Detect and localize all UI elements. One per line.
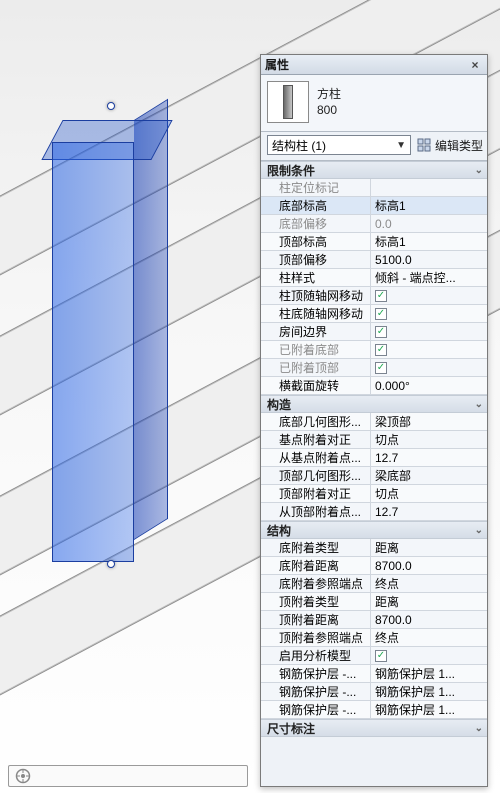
instance-filter-dropdown[interactable]: 结构柱 (1) ▼	[267, 135, 411, 155]
row-rebar-cover-1[interactable]: 钢筋保护层 -...钢筋保护层 1...	[261, 665, 487, 683]
selected-column[interactable]	[52, 120, 182, 570]
row-cross-section-rotation[interactable]: 横截面旋转0.000°	[261, 377, 487, 395]
row-base-attach-ref[interactable]: 底附着参照端点终点	[261, 575, 487, 593]
section-construction[interactable]: 构造⌄	[261, 395, 487, 413]
row-top-offset[interactable]: 顶部偏移5100.0	[261, 251, 487, 269]
type-thumbnail	[267, 81, 309, 123]
row-top-moves-with-grids[interactable]: 柱顶随轴网移动✓	[261, 287, 487, 305]
type-name: 800	[317, 102, 341, 118]
edit-type-icon	[417, 138, 431, 152]
palette-titlebar[interactable]: 属性 ×	[261, 55, 487, 75]
chevron-down-icon: ▼	[396, 140, 406, 151]
edit-type-label: 编辑类型	[435, 137, 483, 154]
expander-icon[interactable]: ⌄	[475, 723, 481, 734]
row-top-attach-type[interactable]: 顶附着类型距离	[261, 593, 487, 611]
row-base-geometry[interactable]: 底部几何图形...梁顶部	[261, 413, 487, 431]
row-from-top-point[interactable]: 从顶部附着点...12.7	[261, 503, 487, 521]
close-icon[interactable]: ×	[467, 58, 483, 72]
grip-top[interactable]	[107, 102, 115, 110]
checkbox-icon: ✓	[375, 344, 387, 356]
expander-icon[interactable]: ⌄	[475, 165, 481, 176]
row-location-mark[interactable]: 柱定位标记	[261, 179, 487, 197]
properties-palette: 属性 × 方柱 800 结构柱 (1) ▼ 编辑类型	[260, 54, 488, 787]
checkbox-icon[interactable]: ✓	[375, 326, 387, 338]
row-room-bounding[interactable]: 房间边界✓	[261, 323, 487, 341]
edit-type-button[interactable]: 编辑类型	[417, 137, 483, 154]
grip-bottom[interactable]	[107, 560, 115, 568]
checkbox-icon[interactable]: ✓	[375, 650, 387, 662]
row-base-level[interactable]: 底部标高标高1	[261, 197, 487, 215]
checkbox-icon[interactable]: ✓	[375, 290, 387, 302]
row-column-style[interactable]: 柱样式倾斜 - 端点控...	[261, 269, 487, 287]
checkbox-icon[interactable]: ✓	[375, 308, 387, 320]
section-dimensions[interactable]: 尺寸标注⌄	[261, 719, 487, 737]
section-constraints[interactable]: 限制条件⌄	[261, 161, 487, 179]
row-from-base-point[interactable]: 从基点附着点...12.7	[261, 449, 487, 467]
row-attached-top[interactable]: 已附着顶部✓	[261, 359, 487, 377]
expander-icon[interactable]: ⌄	[475, 399, 481, 410]
steering-wheel-icon[interactable]	[15, 768, 31, 784]
family-name: 方柱	[317, 86, 341, 102]
expander-icon[interactable]: ⌄	[475, 525, 481, 536]
row-base-offset[interactable]: 底部偏移0.0	[261, 215, 487, 233]
type-selector-zone[interactable]: 方柱 800	[261, 75, 487, 132]
property-grid[interactable]: 限制条件⌄ 柱定位标记 底部标高标高1 底部偏移0.0 顶部标高标高1 顶部偏移…	[261, 161, 487, 786]
row-top-attach-distance[interactable]: 顶附着距离8700.0	[261, 611, 487, 629]
row-base-justification[interactable]: 基点附着对正切点	[261, 431, 487, 449]
row-rebar-cover-2[interactable]: 钢筋保护层 -...钢筋保护层 1...	[261, 683, 487, 701]
section-structural[interactable]: 结构⌄	[261, 521, 487, 539]
instance-filter-text: 结构柱 (1)	[272, 137, 326, 154]
palette-title-text: 属性	[265, 56, 289, 73]
row-top-level[interactable]: 顶部标高标高1	[261, 233, 487, 251]
row-attached-base[interactable]: 已附着底部✓	[261, 341, 487, 359]
row-base-attach-type[interactable]: 底附着类型距离	[261, 539, 487, 557]
row-top-justification[interactable]: 顶部附着对正切点	[261, 485, 487, 503]
row-top-attach-ref[interactable]: 顶附着参照端点终点	[261, 629, 487, 647]
view-control-bar[interactable]	[8, 765, 248, 787]
row-base-moves-with-grids[interactable]: 柱底随轴网移动✓	[261, 305, 487, 323]
row-rebar-cover-3[interactable]: 钢筋保护层 -...钢筋保护层 1...	[261, 701, 487, 719]
row-enable-analytical[interactable]: 启用分析模型✓	[261, 647, 487, 665]
row-base-attach-distance[interactable]: 底附着距离8700.0	[261, 557, 487, 575]
checkbox-icon: ✓	[375, 362, 387, 374]
row-top-geometry[interactable]: 顶部几何图形...梁底部	[261, 467, 487, 485]
